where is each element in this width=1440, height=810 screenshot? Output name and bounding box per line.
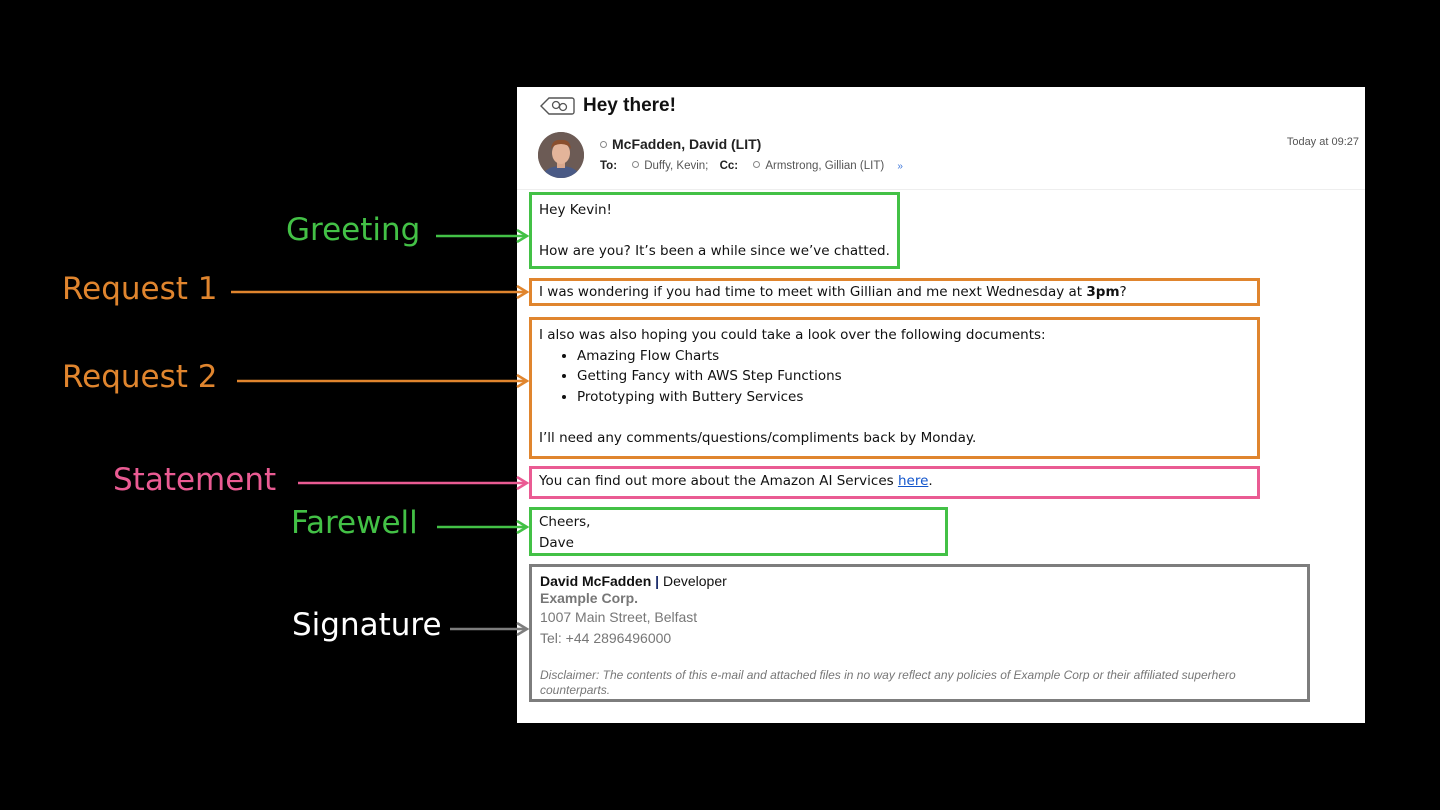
greeting-line-2: How are you? It’s been a while since we’… bbox=[539, 243, 890, 259]
farewell-line-2: Dave bbox=[539, 534, 574, 551]
status-dot-icon bbox=[753, 161, 761, 169]
document-item: Prototyping with Buttery Services bbox=[577, 387, 1250, 408]
status-dot-icon bbox=[632, 161, 640, 169]
signature-separator: | bbox=[655, 573, 660, 589]
farewell-line-1: Cheers, bbox=[539, 514, 591, 530]
request-1-box: I was wondering if you had time to meet … bbox=[529, 278, 1260, 306]
expand-recipients-icon[interactable]: » bbox=[897, 161, 903, 172]
farewell-box: Cheers, Dave bbox=[529, 507, 948, 556]
sender[interactable]: McFadden, David (LIT) bbox=[600, 136, 761, 152]
sender-name: McFadden, David (LIT) bbox=[612, 136, 762, 152]
cc-label: Cc: bbox=[719, 160, 739, 172]
to-label: To: bbox=[600, 160, 618, 172]
signature-disclaimer: Disclaimer: The contents of this e-mail … bbox=[540, 668, 1236, 697]
arrow-request-2 bbox=[237, 373, 530, 389]
arrow-signature bbox=[450, 621, 530, 637]
statement-pre: You can find out more about the Amazon A… bbox=[539, 473, 898, 489]
statement-post: . bbox=[928, 473, 933, 489]
annotation-farewell: Farewell bbox=[291, 505, 418, 541]
request-1-post: ? bbox=[1119, 284, 1127, 300]
document-item: Getting Fancy with AWS Step Functions bbox=[577, 366, 1250, 387]
signature-box: David McFadden | Developer Example Corp.… bbox=[529, 564, 1310, 702]
email-subject: Hey there! bbox=[583, 95, 676, 116]
cc-recipient[interactable]: Armstrong, Gillian (LIT) bbox=[765, 160, 884, 172]
annotation-request-2: Request 2 bbox=[62, 359, 218, 395]
arrow-farewell bbox=[437, 519, 530, 535]
greeting-box: Hey Kevin! How are you? It’s been a whil… bbox=[529, 192, 900, 269]
signature-company: Example Corp. bbox=[540, 590, 639, 606]
signature-name: David McFadden bbox=[540, 573, 652, 589]
statement-text: You can find out more about the Amazon A… bbox=[539, 471, 1250, 492]
request-1-text: I was wondering if you had time to meet … bbox=[539, 282, 1250, 303]
request-1-time: 3pm bbox=[1086, 284, 1120, 300]
arrow-request-1 bbox=[231, 284, 530, 300]
timestamp: Today at 09:27 bbox=[1286, 136, 1359, 148]
document-item: Amazing Flow Charts bbox=[577, 346, 1250, 367]
arrow-greeting bbox=[436, 228, 530, 244]
reply-tag-icon[interactable] bbox=[539, 96, 575, 116]
request-2-intro: I also was also hoping you could take a … bbox=[539, 327, 1046, 343]
statement-link[interactable]: here bbox=[898, 473, 928, 489]
signature-address: 1007 Main Street, Belfast bbox=[540, 609, 698, 625]
signature-name-row: David McFadden | Developer bbox=[540, 573, 1299, 590]
signature-title: Developer bbox=[662, 573, 727, 589]
annotation-signature: Signature bbox=[292, 607, 442, 643]
arrow-statement bbox=[298, 475, 530, 491]
recipients-row: To: Duffy, Kevin; Cc: Armstrong, Gillian… bbox=[600, 160, 903, 172]
request-2-outro: I’ll need any comments/questions/complim… bbox=[539, 429, 977, 446]
header-divider bbox=[517, 189, 1365, 190]
avatar[interactable] bbox=[538, 132, 584, 178]
annotation-statement: Statement bbox=[113, 462, 277, 498]
request-1-pre: I was wondering if you had time to meet … bbox=[539, 284, 1087, 300]
annotation-greeting: Greeting bbox=[286, 212, 421, 248]
annotation-request-1: Request 1 bbox=[62, 271, 218, 307]
statement-box: You can find out more about the Amazon A… bbox=[529, 466, 1260, 499]
request-2-box: I also was also hoping you could take a … bbox=[529, 317, 1260, 459]
greeting-line-1: Hey Kevin! bbox=[539, 202, 612, 218]
to-recipient[interactable]: Duffy, Kevin; bbox=[644, 160, 708, 172]
document-list: Amazing Flow Charts Getting Fancy with A… bbox=[539, 346, 1250, 408]
status-dot-icon bbox=[600, 140, 607, 148]
signature-tel: Tel: +44 2896496000 bbox=[540, 630, 672, 646]
